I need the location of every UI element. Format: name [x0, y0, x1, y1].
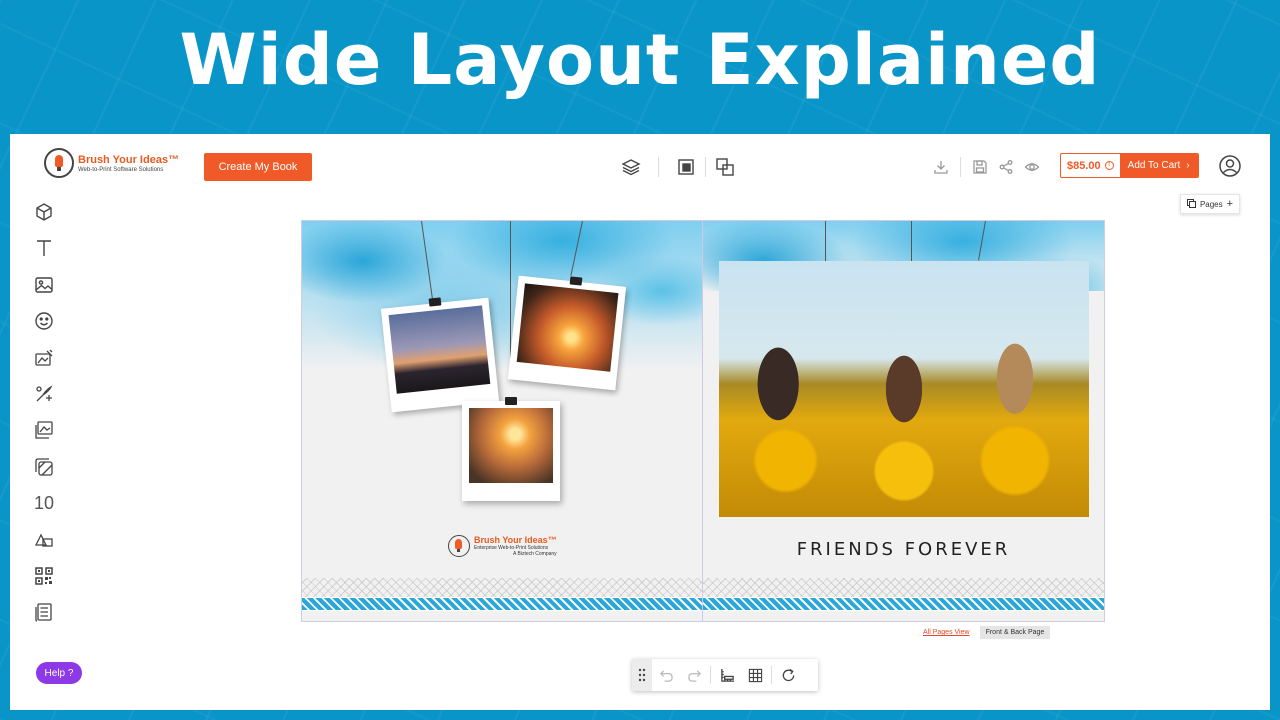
help-button[interactable]: Help ?	[36, 662, 82, 684]
toolbar-divider	[710, 666, 711, 684]
price-display[interactable]: $85.00 !	[1061, 154, 1120, 177]
photo-frame[interactable]	[462, 401, 560, 501]
download-icon[interactable]	[928, 154, 954, 180]
blue-pattern-border	[703, 597, 1104, 611]
binder-clip-icon	[569, 276, 583, 286]
add-to-cart-button[interactable]: Add To Cart ›	[1119, 154, 1198, 177]
toolbar-divider	[658, 157, 659, 177]
sunflower-friends-photo[interactable]	[719, 261, 1089, 517]
redo-icon[interactable]	[680, 659, 708, 691]
blue-pattern-border	[302, 597, 702, 611]
all-pages-view-link[interactable]: All Pages View	[923, 629, 970, 636]
view-mode-switch: All Pages View Front & Back Page	[923, 626, 1051, 639]
bring-front-icon[interactable]	[673, 154, 699, 180]
undo-icon[interactable]	[652, 659, 680, 691]
tool-sidebar: 10	[32, 200, 56, 637]
lightbulb-icon	[44, 148, 74, 178]
page-number-label: 10	[33, 492, 55, 513]
binder-clip-icon	[428, 297, 442, 307]
hanging-string	[825, 221, 826, 261]
background-icon[interactable]	[32, 346, 56, 370]
photo-frame[interactable]	[507, 275, 627, 391]
friends-sunset-photo	[469, 408, 553, 483]
create-my-book-button[interactable]: Create My Book	[204, 153, 312, 181]
send-back-icon[interactable]	[712, 154, 738, 180]
toolbar-divider	[771, 666, 772, 684]
image-icon[interactable]	[32, 273, 56, 297]
pages-button[interactable]: Pages +	[1180, 194, 1240, 214]
brand-company: A Biztech Company	[513, 551, 557, 557]
price-value: $85.00	[1067, 159, 1101, 172]
price-and-cart: $85.00 ! Add To Cart ›	[1060, 153, 1199, 178]
editor-window: Brush Your Ideas™ Web-to-Print Software …	[10, 134, 1270, 710]
save-icon[interactable]	[967, 154, 993, 180]
pages-label: Pages	[1199, 199, 1223, 209]
page-number-tool[interactable]: 10	[32, 491, 56, 515]
lace-border	[302, 578, 702, 598]
watercolor-background	[302, 221, 702, 371]
group-sunset-photo	[388, 305, 491, 394]
toolbar-divider	[705, 157, 706, 177]
drag-handle-icon[interactable]	[632, 659, 652, 691]
refresh-icon[interactable]	[774, 659, 802, 691]
layers-icon[interactable]	[618, 154, 644, 180]
logo-name: Brush Your Ideas™	[78, 153, 180, 166]
qr-code-icon[interactable]	[32, 564, 56, 588]
lightbulb-icon	[448, 535, 470, 557]
layouts-icon[interactable]	[32, 455, 56, 479]
canvas-toolbar	[632, 659, 818, 691]
logo-tagline: Web-to-Print Software Solutions	[78, 166, 164, 173]
table-icon[interactable]	[32, 600, 56, 624]
hanging-string	[911, 221, 912, 261]
cube-icon[interactable]	[32, 200, 56, 224]
add-to-cart-label: Add To Cart	[1127, 160, 1181, 171]
brand-name: Brush Your Ideas™	[474, 535, 557, 545]
user-icon[interactable]	[1218, 154, 1242, 178]
plus-icon: +	[1226, 198, 1234, 210]
file-toolbar	[928, 154, 1045, 180]
frame-icon[interactable]	[32, 418, 56, 442]
left-page[interactable]: Brush Your Ideas™ Enterprise Web-to-Prin…	[302, 221, 703, 621]
clipart-icon[interactable]	[32, 382, 56, 406]
grid-icon[interactable]	[741, 659, 769, 691]
book-spread-canvas[interactable]: Brush Your Ideas™ Enterprise Web-to-Prin…	[301, 220, 1105, 622]
app-logo[interactable]: Brush Your Ideas™ Web-to-Print Software …	[44, 148, 179, 178]
lace-border	[703, 578, 1104, 598]
right-page[interactable]: FRIENDS FOREVER	[703, 221, 1104, 621]
ruler-icon[interactable]	[713, 659, 741, 691]
share-icon[interactable]	[993, 154, 1019, 180]
emoji-icon[interactable]	[32, 309, 56, 333]
toolbar-divider	[960, 157, 961, 177]
shape-icon[interactable]	[32, 528, 56, 552]
sunset-silhouette-photo	[516, 283, 619, 372]
front-back-page-button[interactable]: Front & Back Page	[979, 626, 1051, 639]
binder-clip-icon	[505, 397, 517, 405]
pages-icon	[1186, 198, 1196, 210]
chevron-right-icon: ›	[1186, 160, 1190, 171]
banner-title: Wide Layout Explained	[179, 19, 1101, 101]
arrange-toolbar	[618, 154, 738, 180]
brand-logo[interactable]: Brush Your Ideas™ Enterprise Web-to-Prin…	[448, 535, 557, 557]
photo-frame[interactable]	[380, 297, 500, 413]
page-caption[interactable]: FRIENDS FOREVER	[703, 539, 1104, 560]
info-icon[interactable]: !	[1104, 161, 1114, 170]
preview-icon[interactable]	[1019, 154, 1045, 180]
text-icon[interactable]	[32, 236, 56, 260]
